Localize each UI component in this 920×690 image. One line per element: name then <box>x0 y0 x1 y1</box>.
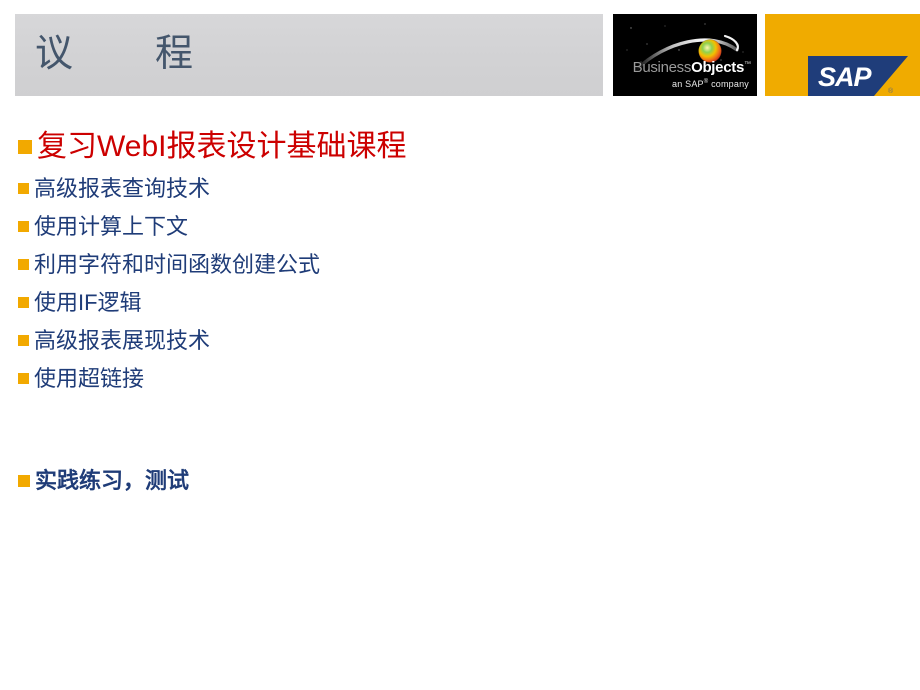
svg-text:®: ® <box>888 87 894 95</box>
agenda-item-1[interactable]: 复习WebI报表设计基础课程 <box>18 126 638 168</box>
square-bullet-icon <box>18 183 29 194</box>
square-bullet-icon <box>18 140 32 154</box>
agenda-item-label: 使用超链接 <box>34 366 145 391</box>
agenda-item-label: 实践练习，测试 <box>35 468 190 493</box>
sap-logo-mark-icon: SAP ® <box>808 56 920 96</box>
square-bullet-icon <box>18 297 29 308</box>
agenda-item-4[interactable]: 利用字符和时间函数创建公式 <box>18 246 638 284</box>
business-objects-tagline: an SAP® company <box>613 77 749 90</box>
bo-tagline-suffix: company <box>708 79 749 89</box>
slide-canvas: 议 程 BusinessObjects™ an SAP® company SAP… <box>0 0 920 690</box>
title-banner: 议 程 <box>15 14 603 96</box>
bo-trademark-mark: ™ <box>744 61 751 68</box>
agenda-item-label: 复习WebI报表设计基础课程 <box>37 130 407 163</box>
agenda-item-label: 高级报表查询技术 <box>34 176 211 201</box>
agenda-item-6[interactable]: 高级报表展现技术 <box>18 322 638 360</box>
agenda-item-5[interactable]: 使用IF逻辑 <box>18 284 638 322</box>
bo-word-objects: Objects <box>691 59 744 76</box>
square-bullet-icon <box>18 373 29 384</box>
agenda-item-3[interactable]: 使用计算上下文 <box>18 208 638 246</box>
square-bullet-icon <box>18 475 30 487</box>
business-objects-wordmark: BusinessObjects™ <box>613 57 751 76</box>
sap-logo: SAP ® <box>765 14 920 96</box>
page-title: 议 程 <box>35 31 196 75</box>
svg-text:SAP: SAP <box>818 62 873 92</box>
bo-word-business: Business <box>632 59 692 76</box>
agenda-item-7[interactable]: 使用超链接 <box>18 360 638 398</box>
square-bullet-icon <box>18 221 29 232</box>
business-objects-logo: BusinessObjects™ an SAP® company <box>613 14 757 96</box>
square-bullet-icon <box>18 259 29 270</box>
agenda-item-label: 使用计算上下文 <box>34 214 189 239</box>
agenda-item-label: 使用IF逻辑 <box>34 290 142 315</box>
agenda-item-label: 利用字符和时间函数创建公式 <box>34 252 321 277</box>
square-bullet-icon <box>18 335 29 346</box>
agenda-item-label: 高级报表展现技术 <box>34 328 211 353</box>
bo-tagline-prefix: an SAP <box>672 79 704 89</box>
agenda-item-2[interactable]: 高级报表查询技术 <box>18 170 638 208</box>
agenda-list: 复习WebI报表设计基础课程 高级报表查询技术 使用计算上下文 利用字符和时间函… <box>18 126 638 500</box>
agenda-item-8[interactable]: 实践练习，测试 <box>18 462 638 500</box>
